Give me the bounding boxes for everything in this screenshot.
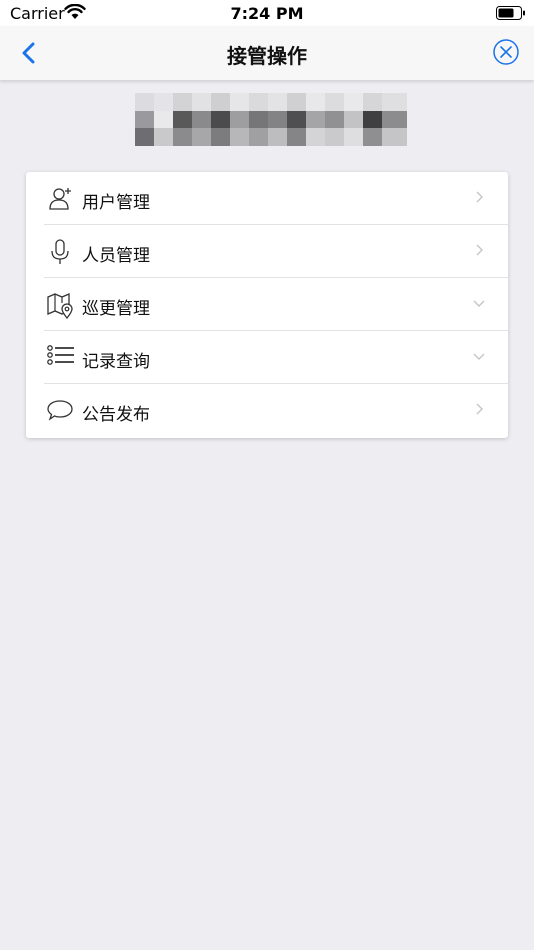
- chevron-right-icon: [476, 244, 483, 256]
- navigation-bar: 接管操作: [0, 26, 534, 80]
- menu-card: 用户管理 人员管理 巡更管理 记录查询 公告发布: [26, 172, 508, 438]
- chevron-right-icon: [476, 191, 483, 203]
- menu-item-label: 人员管理: [82, 246, 150, 266]
- site-name: 上: [135, 93, 407, 146]
- chevron-down-icon: [473, 353, 485, 360]
- menu-item-record-query[interactable]: 记录查询: [26, 331, 508, 384]
- menu-item-user-management[interactable]: 用户管理: [26, 172, 508, 225]
- menu-item-announcement[interactable]: 公告发布: [26, 384, 508, 437]
- menu-item-label: 记录查询: [82, 352, 150, 372]
- page-title: 接管操作: [227, 44, 307, 68]
- battery-icon: [496, 6, 525, 20]
- chevron-right-icon: [476, 403, 483, 415]
- list-icon: [47, 345, 74, 365]
- status-time: 7:24 PM: [230, 4, 304, 23]
- chevron-down-icon: [473, 300, 485, 307]
- status-bar: Carrier 7:24 PM: [0, 0, 534, 26]
- microphone-icon: [51, 239, 69, 264]
- close-circle-icon[interactable]: [492, 38, 520, 66]
- menu-item-label: 巡更管理: [82, 299, 150, 319]
- menu-item-personnel-management[interactable]: 人员管理: [26, 225, 508, 278]
- speech-bubble-icon: [47, 400, 73, 421]
- menu-item-label: 公告发布: [82, 405, 150, 425]
- menu-item-patrol-management[interactable]: 巡更管理: [26, 278, 508, 331]
- menu-item-label: 用户管理: [82, 193, 150, 213]
- user-add-icon: [49, 188, 71, 210]
- map-pin-icon: [47, 293, 73, 319]
- pixelated-mosaic: [135, 93, 407, 146]
